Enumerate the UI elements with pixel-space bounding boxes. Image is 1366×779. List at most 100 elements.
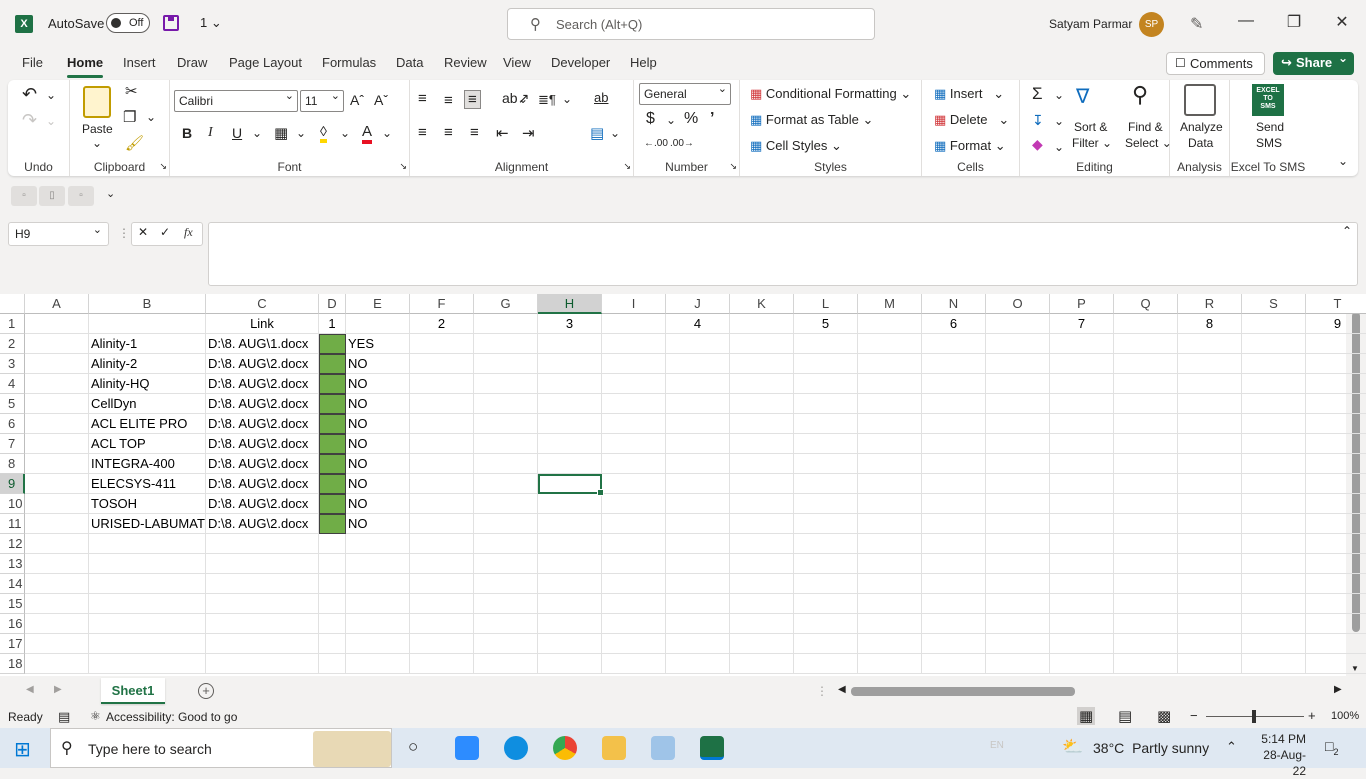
- cell-p11[interactable]: [1050, 514, 1114, 534]
- tab-developer[interactable]: Developer: [551, 55, 610, 70]
- cell-l17[interactable]: [794, 634, 858, 654]
- cell-r7[interactable]: [1178, 434, 1242, 454]
- find-select-button[interactable]: Select ⌄: [1125, 136, 1172, 150]
- show-hidden-icons-icon[interactable]: ⌃: [1226, 739, 1237, 755]
- cell-b17[interactable]: [89, 634, 206, 654]
- chevron-down-icon[interactable]: ⌄: [296, 126, 306, 140]
- cell-r8[interactable]: [1178, 454, 1242, 474]
- cell-styles-button[interactable]: ▦ Cell Styles ⌄: [750, 138, 842, 154]
- cell-c17[interactable]: [206, 634, 319, 654]
- spreadsheet-grid[interactable]: ▲ ▼ ABCDEFGHIJKLMNOPQRST1Link1234567892A…: [0, 294, 1366, 676]
- cell-g3[interactable]: [474, 354, 538, 374]
- cell-j8[interactable]: [666, 454, 730, 474]
- undo-count[interactable]: 1 ⌄: [200, 15, 222, 31]
- cell-q5[interactable]: [1114, 394, 1178, 414]
- cell-k8[interactable]: [730, 454, 794, 474]
- cell-s8[interactable]: [1242, 454, 1306, 474]
- cell-r14[interactable]: [1178, 574, 1242, 594]
- cell-f16[interactable]: [410, 614, 474, 634]
- cell-l10[interactable]: [794, 494, 858, 514]
- cell-q9[interactable]: [1114, 474, 1178, 494]
- zoom-in-icon[interactable]: +: [1308, 708, 1316, 723]
- font-name-select[interactable]: Calibri: [174, 89, 298, 112]
- cell-o8[interactable]: [986, 454, 1050, 474]
- cell-j2[interactable]: [666, 334, 730, 354]
- cell-o10[interactable]: [986, 494, 1050, 514]
- borders-icon[interactable]: ▦: [274, 124, 288, 142]
- cell-e8[interactable]: NO: [346, 454, 410, 474]
- cell-n6[interactable]: [922, 414, 986, 434]
- weather-widget[interactable]: 38°C Partly sunny: [1093, 740, 1209, 756]
- cell-q13[interactable]: [1114, 554, 1178, 574]
- cell-d11[interactable]: [319, 514, 346, 534]
- send-sms-label-1[interactable]: Send: [1256, 120, 1284, 134]
- cell-q1[interactable]: [1114, 314, 1178, 334]
- designer-pen-icon[interactable]: ✎: [1190, 14, 1203, 34]
- cell-s17[interactable]: [1242, 634, 1306, 654]
- chevron-down-icon[interactable]: ⌄: [1054, 114, 1064, 128]
- autosum-icon[interactable]: Σ: [1032, 84, 1043, 104]
- cell-s3[interactable]: [1242, 354, 1306, 374]
- cell-h5[interactable]: [538, 394, 602, 414]
- cell-e4[interactable]: NO: [346, 374, 410, 394]
- cell-t3[interactable]: [1306, 354, 1366, 374]
- cell-c12[interactable]: [206, 534, 319, 554]
- excel-taskbar-icon[interactable]: [700, 736, 724, 760]
- cell-p5[interactable]: [1050, 394, 1114, 414]
- cell-p1[interactable]: 7: [1050, 314, 1114, 334]
- cell-q16[interactable]: [1114, 614, 1178, 634]
- paragraph-direction-icon[interactable]: ≣¶: [538, 92, 556, 108]
- cell-n13[interactable]: [922, 554, 986, 574]
- cell-h6[interactable]: [538, 414, 602, 434]
- tab-insert[interactable]: Insert: [123, 55, 156, 70]
- cell-f3[interactable]: [410, 354, 474, 374]
- row-header-14[interactable]: 14: [0, 574, 25, 594]
- cell-n2[interactable]: [922, 334, 986, 354]
- column-header-n[interactable]: N: [922, 294, 986, 314]
- cell-s15[interactable]: [1242, 594, 1306, 614]
- cell-f10[interactable]: [410, 494, 474, 514]
- cell-p15[interactable]: [1050, 594, 1114, 614]
- cell-d2[interactable]: [319, 334, 346, 354]
- cell-h9[interactable]: [538, 474, 604, 496]
- cell-r9[interactable]: [1178, 474, 1242, 494]
- scroll-right-icon[interactable]: ▶: [1334, 684, 1342, 695]
- zoom-level[interactable]: 100%: [1331, 710, 1359, 722]
- cell-n16[interactable]: [922, 614, 986, 634]
- cell-m11[interactable]: [858, 514, 922, 534]
- cell-k4[interactable]: [730, 374, 794, 394]
- cell-n4[interactable]: [922, 374, 986, 394]
- cell-h10[interactable]: [538, 494, 602, 514]
- cell-f9[interactable]: [410, 474, 474, 494]
- sort-filter-icon[interactable]: ∇: [1076, 84, 1089, 109]
- cell-g11[interactable]: [474, 514, 538, 534]
- cell-j12[interactable]: [666, 534, 730, 554]
- scroll-left-icon[interactable]: ◀: [838, 684, 846, 695]
- cell-k11[interactable]: [730, 514, 794, 534]
- find-select-label-1[interactable]: Find &: [1128, 120, 1163, 134]
- cell-b15[interactable]: [89, 594, 206, 614]
- cell-i5[interactable]: [602, 394, 666, 414]
- chevron-down-icon[interactable]: ⌄: [562, 92, 572, 106]
- delete-cells-button[interactable]: ▦ Delete ⌄: [934, 112, 1009, 128]
- horizontal-scroll-thumb[interactable]: [851, 687, 1075, 696]
- cell-l15[interactable]: [794, 594, 858, 614]
- autosave-toggle[interactable]: Off: [106, 13, 150, 33]
- cell-a15[interactable]: [25, 594, 89, 614]
- cell-m16[interactable]: [858, 614, 922, 634]
- cell-m4[interactable]: [858, 374, 922, 394]
- cell-f11[interactable]: [410, 514, 474, 534]
- cell-n12[interactable]: [922, 534, 986, 554]
- chevron-down-icon[interactable]: ⌄: [382, 126, 392, 140]
- cell-b3[interactable]: Alinity-2: [89, 354, 206, 374]
- column-header-m[interactable]: M: [858, 294, 922, 314]
- cell-m1[interactable]: [858, 314, 922, 334]
- cell-c13[interactable]: [206, 554, 319, 574]
- cell-n1[interactable]: 6: [922, 314, 986, 334]
- cell-p9[interactable]: [1050, 474, 1114, 494]
- cell-d5[interactable]: [319, 394, 346, 414]
- cell-g14[interactable]: [474, 574, 538, 594]
- cell-g6[interactable]: [474, 414, 538, 434]
- cell-i17[interactable]: [602, 634, 666, 654]
- cell-o2[interactable]: [986, 334, 1050, 354]
